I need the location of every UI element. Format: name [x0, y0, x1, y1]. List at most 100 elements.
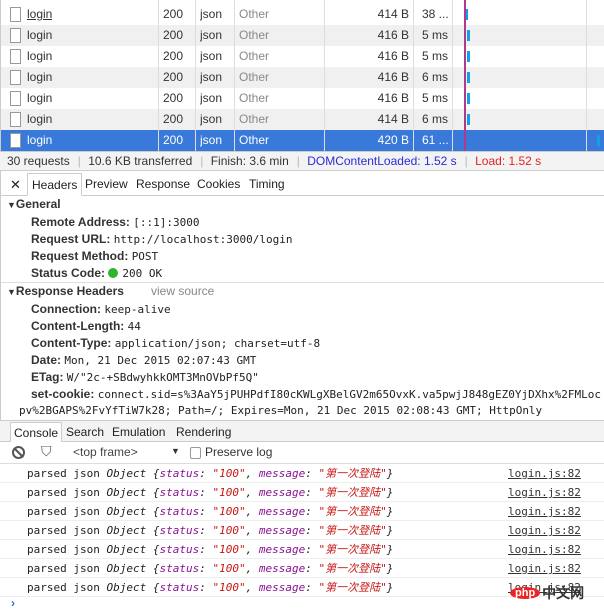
tab-cookies[interactable]: Cookies: [193, 173, 244, 196]
header-key: Date:: [31, 353, 62, 367]
close-icon[interactable]: ✕: [6, 173, 25, 196]
file-icon: [10, 133, 21, 148]
response-headers-toggle[interactable]: ▼Response Headers: [7, 283, 124, 300]
log-source-link[interactable]: login.js:82: [508, 464, 581, 483]
table-row[interactable]: login 200 json Other 416 B 5 ms: [1, 46, 604, 67]
triangle-down-icon: ▼: [7, 287, 16, 297]
request-time: 6 ms: [422, 112, 449, 126]
header-item: Status Code: 200 OK: [31, 265, 162, 282]
log-key: message: [258, 486, 306, 499]
filter-icon[interactable]: ⛉: [41, 443, 52, 460]
header-item: set-cookie: connect.sid=s%3AaY5jPUHPdfI8…: [31, 386, 601, 403]
tab-timing[interactable]: Timing: [245, 173, 289, 196]
console-prompt-icon[interactable]: ›: [11, 596, 15, 610]
header-value: keep-alive: [104, 303, 171, 316]
request-name[interactable]: login: [27, 88, 52, 109]
log-source-link[interactable]: login.js:82: [508, 559, 581, 578]
log-key: status: [159, 581, 200, 594]
header-value: Mon, 21 Dec 2015 02:07:43 GMT: [64, 354, 257, 367]
header-value: POST: [131, 250, 159, 263]
view-source-link[interactable]: view source: [151, 283, 214, 300]
timeline-bar: [467, 114, 470, 125]
header-key: Content-Type:: [31, 336, 112, 350]
table-row[interactable]: login 200 json Other 416 B 5 ms: [1, 88, 604, 109]
tab-response[interactable]: Response: [132, 173, 194, 196]
log-object-type[interactable]: Object: [106, 543, 152, 556]
tab-emulation[interactable]: Emulation: [109, 422, 168, 442]
log-key: status: [159, 486, 200, 499]
file-icon: [10, 70, 21, 85]
header-value: 44: [127, 320, 141, 333]
console-log-entry: parsed json Object {status: "100", messa…: [0, 540, 604, 559]
header-key: Status Code:: [31, 266, 106, 280]
request-name[interactable]: login: [27, 46, 52, 67]
tab-console[interactable]: Console: [10, 422, 63, 442]
request-name[interactable]: login: [27, 130, 52, 151]
network-request-table: login 200 json Other 414 B 38 ... login …: [0, 0, 604, 151]
general-section-toggle[interactable]: ▼General: [7, 196, 61, 213]
timeline-bar: [467, 51, 470, 62]
headers-panel: ▼General Remote Address: [::1]:3000 Reque…: [0, 196, 604, 420]
header-item: Date: Mon, 21 Dec 2015 02:07:43 GMT: [31, 352, 256, 369]
table-row[interactable]: login 200 json Other 414 B 6 ms: [1, 109, 604, 130]
network-summary-bar: 30 requests | 10.6 KB transferred | Finish…: [0, 151, 604, 171]
request-type: json: [200, 91, 223, 105]
console-log-entry: parsed json Object {status: "100", messa…: [0, 502, 604, 521]
header-value: 200 OK: [122, 267, 163, 280]
log-object-type[interactable]: Object: [106, 467, 152, 480]
log-object-type[interactable]: Object: [106, 562, 152, 575]
tab-search[interactable]: Search: [63, 422, 107, 442]
request-status: 200: [163, 70, 184, 84]
log-key: status: [159, 543, 200, 556]
log-key: status: [159, 467, 200, 480]
tab-rendering[interactable]: Rendering: [173, 422, 234, 442]
log-source-link[interactable]: login.js:82: [508, 483, 581, 502]
console-toolbar: ⛉ <top frame> ▼ Preserve log: [0, 442, 604, 464]
clear-console-icon[interactable]: [12, 446, 25, 459]
log-text: parsed json: [27, 505, 107, 518]
log-key: message: [258, 505, 306, 518]
request-status: 200: [163, 91, 184, 105]
header-item: ETag: W/"2c-+SBdwyhkkOMT3MnOVbPf5Q": [31, 369, 259, 386]
log-object-type[interactable]: Object: [106, 524, 152, 537]
log-text: parsed json: [27, 562, 107, 575]
request-type: json: [200, 49, 223, 63]
log-value: "第一次登陆": [318, 505, 387, 518]
log-object-type[interactable]: Object: [106, 581, 152, 594]
request-status: 200: [163, 133, 184, 147]
header-value: [::1]:3000: [133, 216, 200, 229]
tab-headers[interactable]: Headers: [27, 173, 83, 196]
dropdown-arrow-icon[interactable]: ▼: [171, 446, 180, 456]
log-value: "100": [212, 505, 246, 518]
transferred-size: 10.6 KB transferred: [88, 154, 193, 168]
log-key: status: [159, 505, 200, 518]
table-row[interactable]: login 200 json Other 416 B 6 ms: [1, 67, 604, 88]
log-source-link[interactable]: login.js:82: [508, 502, 581, 521]
log-source-link[interactable]: login.js:82: [508, 521, 581, 540]
tab-preview[interactable]: Preview: [81, 173, 132, 196]
log-key: message: [258, 581, 306, 594]
log-object-type[interactable]: Object: [106, 486, 152, 499]
request-count: 30 requests: [7, 154, 70, 168]
timeline-bar: [597, 135, 600, 146]
dcl-time: DOMContentLoaded: 1.52 s: [307, 154, 457, 168]
request-name[interactable]: login: [27, 67, 52, 88]
header-key: set-cookie:: [31, 387, 95, 401]
console-log-entry: parsed json Object {status: "100", messa…: [0, 521, 604, 540]
log-source-link[interactable]: login.js:82: [508, 540, 581, 559]
log-object-type[interactable]: Object: [106, 505, 152, 518]
log-value: "100": [212, 486, 246, 499]
request-initiator: Other: [239, 91, 270, 105]
request-name[interactable]: login: [27, 25, 52, 46]
log-value: "第一次登陆": [318, 581, 387, 594]
request-name[interactable]: login: [27, 4, 52, 25]
table-row[interactable]: login 200 json Other 414 B 38 ...: [1, 4, 604, 25]
preserve-log-checkbox[interactable]: [190, 447, 201, 459]
timeline-bar: [467, 93, 470, 104]
header-key: Remote Address:: [31, 215, 130, 229]
table-row[interactable]: login 200 json Other 416 B 5 ms: [1, 25, 604, 46]
frame-select[interactable]: <top frame>: [73, 445, 138, 459]
file-icon: [10, 7, 21, 22]
table-row[interactable]: login 200 json Other 420 B 61 ...: [1, 130, 604, 151]
request-name[interactable]: login: [27, 109, 52, 130]
